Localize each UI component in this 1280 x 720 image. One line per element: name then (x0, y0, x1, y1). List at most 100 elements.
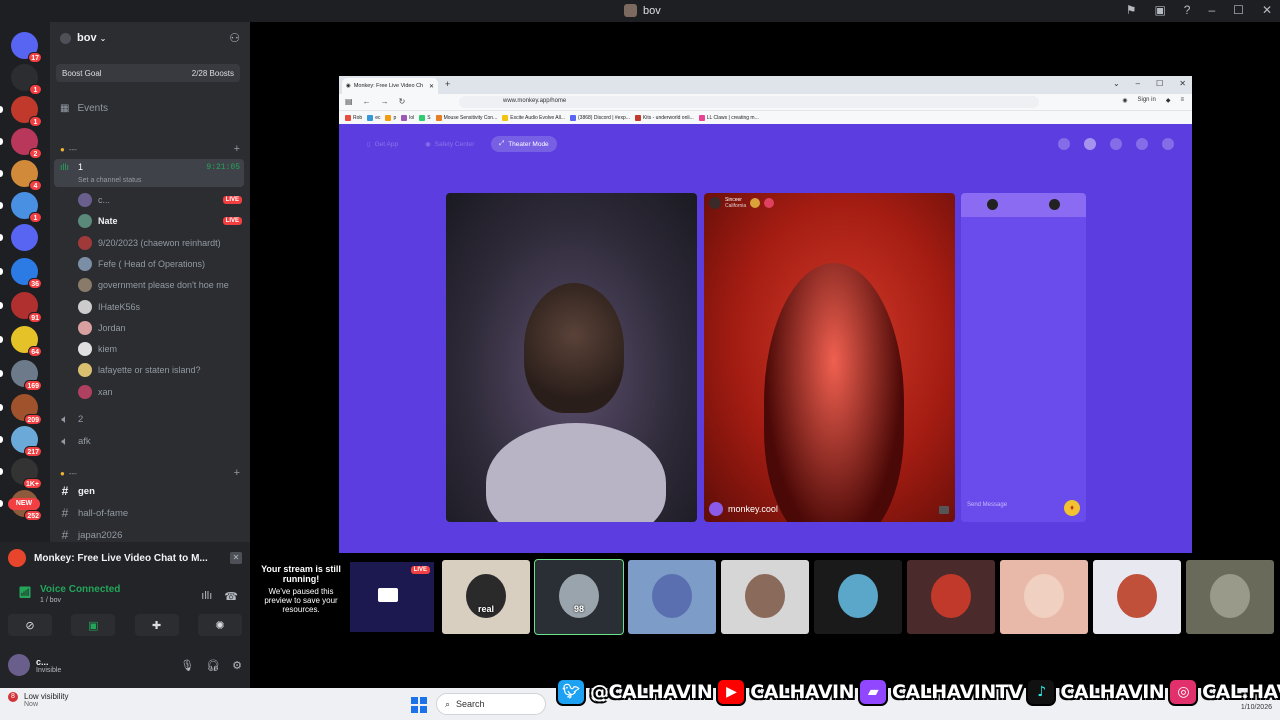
minimize-button[interactable]: – (1208, 3, 1215, 17)
participant-tile[interactable]: real (442, 560, 530, 634)
server-icon-folder[interactable] (0, 224, 38, 251)
bookmark-item[interactable]: (3868) Discord | #exp... (570, 114, 630, 121)
voice-member[interactable]: Jordan (78, 320, 242, 336)
server-icon-server-8[interactable]: 91 (0, 292, 42, 323)
bookmark-item[interactable]: Kits - underworld onli... (634, 114, 694, 121)
category-header-2[interactable]: ● --- + (60, 467, 240, 479)
history-icon[interactable] (1110, 138, 1122, 150)
voice-channel-afk[interactable]: 🔈︎ afk (60, 433, 90, 449)
video-off-button[interactable]: ⊘ (8, 614, 52, 636)
text-channel-gen[interactable]: # gen (60, 483, 95, 499)
mic-icon[interactable]: 🎙︎ (180, 659, 194, 672)
maximize-button[interactable]: ☐ (1156, 79, 1163, 88)
taskbar-search[interactable]: ⌕ Search (436, 693, 546, 715)
soundboard-button[interactable]: ✺ (197, 614, 242, 636)
server-icon-server-7[interactable]: 36 (0, 258, 42, 289)
bookmark-item[interactable]: p (385, 114, 396, 121)
voice-channel-2[interactable]: 🔈︎ 2 (60, 411, 83, 427)
bookmark-item[interactable]: LL Claws | creating m... (698, 114, 759, 121)
activities-button[interactable]: ✚ (134, 614, 179, 636)
forward-icon[interactable]: → (381, 97, 389, 106)
server-icon-server-2[interactable]: 1 (0, 96, 42, 127)
windows-start-icon[interactable] (411, 697, 427, 713)
participant-tile[interactable] (814, 560, 902, 634)
participant-tile[interactable] (628, 560, 716, 634)
gift-icon[interactable]: ♦ (1064, 500, 1080, 516)
message-input[interactable]: Send Message (967, 502, 1007, 508)
user-avatar[interactable] (987, 199, 998, 210)
add-member-icon[interactable]: ⚇ (229, 31, 240, 45)
server-icon-server-11[interactable]: 209 (0, 394, 42, 425)
server-icon-add-server[interactable]: 1 (11, 64, 42, 95)
bookmark-item[interactable]: S (419, 114, 431, 121)
user-info[interactable]: c... Invisible 🎙︎ 🎧︎ ⚙ (8, 650, 242, 680)
active-voice-channel[interactable]: ıllı 1 9:21:05 Set a channel status (54, 159, 244, 187)
partner-avatar[interactable] (1049, 199, 1060, 210)
participant-tile[interactable] (1000, 560, 1088, 634)
voice-member[interactable]: 9/20/2023 (chaewon reinhardt) (78, 235, 242, 251)
add-channel-icon[interactable]: + (234, 143, 240, 155)
reload-icon[interactable]: ↻ (399, 97, 406, 106)
voice-member[interactable]: Nate LIVE (78, 213, 242, 229)
friends-icon[interactable] (1162, 138, 1174, 150)
participant-tile[interactable] (721, 560, 809, 634)
gear-icon[interactable]: ⚙ (232, 659, 242, 672)
stream-preview[interactable]: LIVE (350, 562, 434, 632)
sidebar-icon[interactable]: ▤ (345, 97, 353, 106)
voice-member[interactable]: Fefe ( Head of Operations) (78, 256, 242, 272)
category-header-1[interactable]: ● --- + (60, 143, 240, 155)
headphones-icon[interactable]: 🎧︎ (206, 659, 220, 672)
browser-tab[interactable]: ◉ Monkey: Free Live Video Ch ✕ (342, 78, 438, 94)
bookmark-item[interactable]: Excite Audio Evolve All... (502, 114, 565, 121)
server-icon-server-10[interactable]: 169 (0, 360, 42, 391)
bookmark-item[interactable]: Mouse Sensitivity Con... (435, 114, 497, 121)
maximize-button[interactable]: ☐ (1233, 3, 1244, 17)
theater-mode-pill[interactable]: ⤢ Theater Mode (491, 136, 557, 152)
server-icon-server-3[interactable]: 2 (0, 128, 42, 159)
safety-center-pill[interactable]: ◉ Safety Center (417, 136, 482, 152)
voice-member[interactable]: lafayette or staten island? (78, 362, 242, 378)
screen-icon[interactable]: ▣ (1154, 3, 1165, 17)
tab-search-icon[interactable]: ⌄ (1113, 79, 1120, 88)
participant-tile[interactable]: 98 (534, 559, 624, 635)
minimize-button[interactable]: – (1136, 79, 1140, 88)
disconnect-icon[interactable]: ☎ (224, 590, 238, 603)
signin-label[interactable]: Sign in (1138, 97, 1156, 104)
bookmark-item[interactable]: lol (401, 114, 414, 121)
chat-icon[interactable] (1136, 138, 1148, 150)
events-link[interactable]: ▦ Events (60, 103, 108, 114)
address-bar[interactable]: www.monkey.app/home (459, 96, 1039, 108)
voice-member[interactable]: c... LIVE (78, 192, 242, 208)
heart-badge-icon[interactable] (764, 198, 775, 208)
server-icon-server-9[interactable]: 64 (0, 326, 42, 357)
boost-goal[interactable]: Boost Goal 2/28 Boosts (56, 64, 240, 82)
noise-suppression-icon[interactable]: ıllı (201, 590, 212, 603)
new-tab-icon[interactable]: + (445, 79, 450, 89)
voice-member[interactable]: kiem (78, 341, 242, 357)
server-icon-server-4[interactable]: 4 (0, 160, 42, 191)
search-icon[interactable] (1058, 138, 1070, 150)
add-channel-icon[interactable]: + (234, 467, 240, 479)
server-header[interactable]: bov ⌄ ⚇ (50, 22, 250, 54)
server-icon-server-5[interactable]: 1 (0, 192, 42, 223)
participant-tile[interactable] (907, 560, 995, 634)
bookmark-item[interactable]: ec (367, 114, 380, 121)
inbox-icon[interactable]: ⚑ (1126, 3, 1137, 17)
voice-member[interactable]: government please don't hoe me (78, 277, 242, 293)
extensions-icon[interactable]: ◆ (1166, 97, 1171, 104)
get-app-pill[interactable]: ▯ Get App (359, 136, 406, 152)
participant-tile[interactable] (1186, 560, 1274, 634)
server-icon-server-13[interactable]: 1K+ (0, 458, 42, 489)
menu-icon[interactable]: ≡ (1180, 97, 1184, 104)
bookmark-item[interactable]: Rob (345, 114, 362, 121)
voice-connection[interactable]: 📶︎ Voice Connected 1 / bov (18, 584, 120, 604)
channel-status[interactable]: Set a channel status (78, 177, 141, 184)
notification[interactable]: 8 Low visibility Now (8, 692, 68, 708)
profile-icon[interactable]: ◉ (1122, 97, 1127, 104)
participant-tile[interactable] (1093, 560, 1181, 634)
server-icon-discord-home[interactable]: 17 (11, 32, 42, 63)
text-channel-japan2026[interactable]: # japan2026 (60, 527, 123, 542)
text-channel-hall-of-fame[interactable]: # hall-of-fame (60, 505, 129, 521)
close-tab-icon[interactable]: ✕ (429, 83, 434, 90)
voice-member[interactable]: xan (78, 384, 242, 400)
